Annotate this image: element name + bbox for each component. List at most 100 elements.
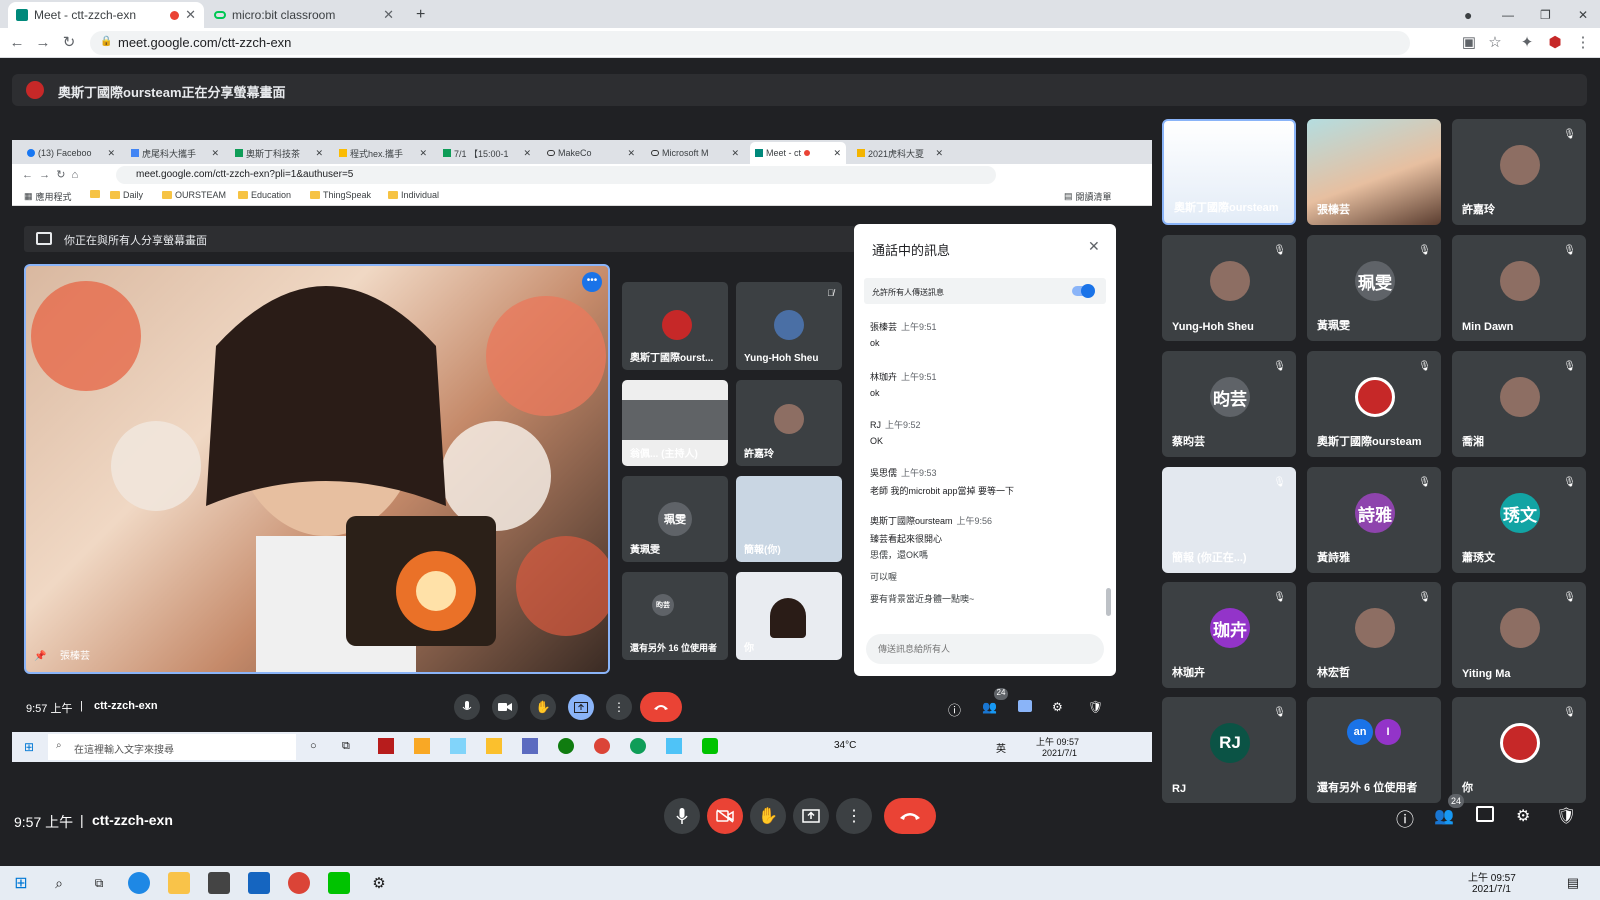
chrome-icon[interactable] [288,872,310,894]
inner-more-button[interactable]: ⋮ [606,694,632,720]
close-tab-icon[interactable]: ✕ [185,7,196,23]
inner-camera-button[interactable] [492,694,518,720]
participant-tile[interactable]: 許嘉玲 [736,380,842,466]
presentation-tile[interactable]: 簡報(你) [736,476,842,562]
participant-tile[interactable]: Ian 還有另外 6 位使用者 [1307,697,1441,803]
participant-name: 還有另外 6 位使用者 [1317,782,1418,794]
back-icon[interactable]: ← [8,34,26,52]
participant-tile[interactable]: 🎙 奧斯丁國際oursteam [1307,351,1441,457]
self-tile[interactable]: 你 [736,572,842,660]
participant-tile[interactable]: 🎙 簡報 (你正在...) [1162,467,1296,573]
end-call-button[interactable] [884,798,936,834]
participant-tile[interactable]: 🎙 許嘉玲 [1452,119,1586,225]
extension-shield-icon[interactable]: ⬢ [1546,34,1564,52]
meeting-code: ctt-zzch-exn [92,812,173,828]
participant-tile[interactable]: 🎙 Yung-Hoh Sheu [1162,235,1296,341]
address-bar: ← → ↻ 🔒 meet.google.com/ctt-zzch-exn ▣ ☆… [0,28,1600,58]
mic-off-icon: 🎙 [1563,707,1576,718]
oursteam-logo-icon [662,310,692,340]
browser-tab-bar: Meet - ctt-zzch-exn ✕ micro:bit classroo… [0,0,1600,28]
close-window-button[interactable]: ✕ [1570,2,1590,28]
reload-icon[interactable]: ↻ [60,34,78,52]
participant-tile[interactable]: 🎙 Yiting Ma [1452,582,1586,688]
present-button[interactable] [793,798,829,834]
search-icon[interactable]: ⌕ [48,872,70,894]
camera-off-button[interactable] [707,798,743,834]
profile-icon[interactable]: ● [1456,2,1480,28]
windows-start-icon: ⊞ [24,740,35,754]
avatar-photo [1210,261,1250,301]
participant-tile[interactable]: 🎙 喬湘 [1452,351,1586,457]
allow-messages-toggle[interactable] [1072,284,1095,298]
participant-tile[interactable]: 🎙 Min Dawn [1452,235,1586,341]
raise-hand-button[interactable]: ✋ [750,798,786,834]
participant-name: RJ [1172,783,1187,795]
close-chat-icon[interactable]: ✕ [1088,238,1100,255]
activities-icon[interactable]: ⚙ [1516,806,1530,826]
inner-end-call-button[interactable] [640,692,682,722]
mic-off-icon: 🎙 [1273,245,1286,256]
participant-tile[interactable]: 珈卉 🎙 林珈卉 [1162,582,1296,688]
participant-tile[interactable]: 🎙 你 [1452,697,1586,803]
participant-name: Yiting Ma [1462,668,1511,680]
chat-icon[interactable] [1476,806,1494,822]
maximize-button[interactable]: ❐ [1532,2,1552,28]
inner-chat-icon[interactable] [1018,700,1032,712]
url-field[interactable]: 🔒 meet.google.com/ctt-zzch-exn [90,31,1410,55]
edge-icon[interactable] [128,872,150,894]
avatar [774,404,804,434]
minimize-button[interactable]: — [1494,2,1514,28]
participant-tile[interactable]: 珮雯 黃珮雯 [622,476,728,562]
inner-host-controls-icon[interactable]: 🛡 [1088,700,1103,714]
camera-icon[interactable]: ▣ [1460,34,1478,52]
participant-tile[interactable]: RJ 🎙 RJ [1162,697,1296,803]
recording-dot-icon [170,10,180,20]
participant-tile[interactable]: 珮雯 🎙 黃珮雯 [1307,235,1441,341]
extensions-icon[interactable]: ✦ [1518,34,1536,52]
tab-microbit[interactable]: micro:bit classroom ✕ [206,2,402,28]
pin-icon[interactable]: 📌 [34,651,46,662]
people-icon[interactable]: 👥 [1434,806,1454,826]
tile-more-icon[interactable]: ••• [582,272,602,292]
participant-tile[interactable]: 🎙̸ Yung-Hoh Sheu [736,282,842,370]
inner-info-icon[interactable]: ⓘ [948,700,961,719]
inner-people-icon[interactable]: 👥 [982,700,997,714]
task-view-icon[interactable]: ⧉ [88,872,110,894]
more-options-button[interactable]: ⋮ [836,798,872,834]
inner-tab-bar: (13) Faceboo ✕ 虎尾科大攜手 ✕ 奧斯丁科技茶 ✕ 程式hex.攜手 ✕ … [12,140,1152,164]
participant-tile[interactable]: 奧斯丁國際oursteam [1162,119,1296,225]
close-tab-icon[interactable]: ✕ [383,7,394,23]
url-text: meet.google.com/ctt-zzch-exn [118,35,292,50]
inner-activities-icon[interactable]: ⚙ [1052,700,1063,714]
main-video-scene [31,281,608,672]
inner-mic-button[interactable] [454,694,480,720]
store-icon[interactable] [208,872,230,894]
new-tab-button[interactable]: + [408,2,434,28]
main-video: ••• 📌 張榛芸 [24,264,610,674]
forward-icon[interactable]: → [34,34,52,52]
host-controls-icon[interactable]: 🛡 [1556,806,1576,826]
file-explorer-icon[interactable] [168,872,190,894]
participant-tile[interactable]: 詩雅 🎙 黃詩雅 [1307,467,1441,573]
mail-icon[interactable] [248,872,270,894]
tab-meet[interactable]: Meet - ctt-zzch-exn ✕ [8,2,204,28]
inner-raise-hand-button[interactable]: ✋ [530,694,556,720]
meeting-info-icon[interactable]: ⓘ [1396,806,1414,832]
participant-tile[interactable]: 昀芸 🎙 蔡昀芸 [1162,351,1296,457]
participant-tile[interactable]: 翁佩... (主持人) [622,380,728,466]
line-icon[interactable] [328,872,350,894]
inner-present-button[interactable] [568,694,594,720]
mic-button[interactable] [664,798,700,834]
participant-tile[interactable]: 🎙 林宏哲 [1307,582,1441,688]
windows-start-icon[interactable]: ⊞ [10,872,32,894]
chat-scrollbar[interactable] [1106,588,1111,616]
more-participants-tile[interactable]: 昀芸 還有另外 16 位使用者 [622,572,728,660]
chat-input[interactable] [866,634,1104,664]
participant-tile[interactable]: 琇文 🎙 蕭琇文 [1452,467,1586,573]
participant-tile[interactable]: 奧斯丁國際ourst... [622,282,728,370]
settings-icon[interactable]: ⚙ [368,872,390,894]
participant-tile[interactable]: 張榛芸 [1307,119,1441,225]
notifications-icon[interactable]: ▤ [1562,872,1584,894]
bookmark-star-icon[interactable]: ☆ [1486,34,1504,52]
menu-icon[interactable]: ⋮ [1574,34,1592,52]
